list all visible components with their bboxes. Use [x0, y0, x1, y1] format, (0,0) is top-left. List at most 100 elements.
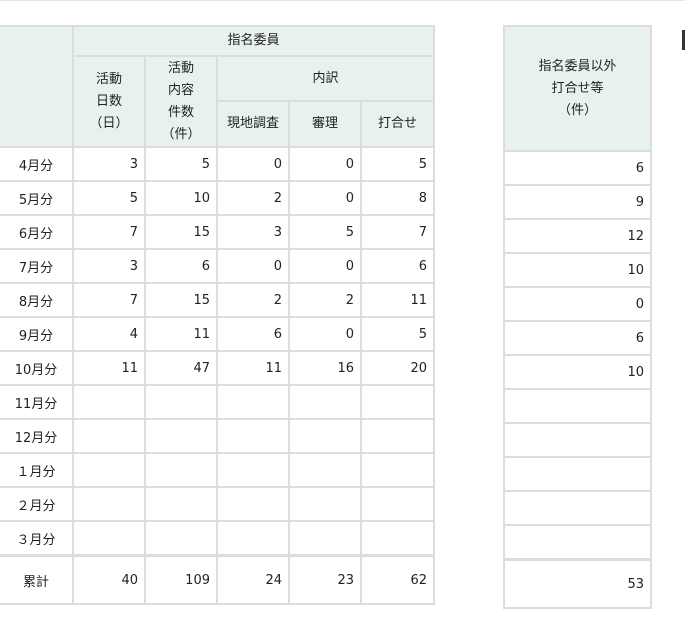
- month-cell: 12月分: [0, 418, 74, 454]
- month-cell: 8月分: [0, 282, 74, 318]
- total-other-cell: 53: [503, 558, 652, 609]
- table-row: 6: [503, 320, 652, 356]
- survey-cell: [216, 418, 290, 454]
- items-cell: 10: [144, 180, 218, 216]
- meeting-cell: 20: [359, 350, 436, 386]
- table-row: 10: [503, 354, 652, 390]
- table-row: 12月分: [0, 418, 436, 454]
- breakdown-header: 内訳: [215, 55, 436, 102]
- other-cell: 10: [503, 252, 652, 288]
- meeting-cell: [359, 418, 436, 454]
- survey-cell: [216, 452, 290, 488]
- review-cell: 16: [288, 350, 362, 386]
- days-cell: [72, 486, 146, 522]
- total-label: 累計: [0, 554, 74, 605]
- review-cell: [288, 486, 362, 522]
- days-cell: 3: [72, 146, 146, 182]
- total-row: 53: [503, 558, 652, 609]
- items-cell: 11: [144, 316, 218, 352]
- items-cell: [144, 418, 218, 454]
- table-row: 0: [503, 286, 652, 322]
- meeting-cell: 7: [359, 214, 436, 250]
- items-cell: [144, 452, 218, 488]
- items-cell: 47: [144, 350, 218, 386]
- month-cell: 6月分: [0, 214, 74, 250]
- table-row: 12: [503, 218, 652, 254]
- meeting-cell: 8: [359, 180, 436, 216]
- days-cell: 7: [72, 214, 146, 250]
- month-cell: ３月分: [0, 520, 74, 557]
- meeting-cell: [359, 452, 436, 488]
- survey-cell: [216, 486, 290, 522]
- meeting-cell: [359, 486, 436, 522]
- days-cell: [72, 384, 146, 420]
- table-row: 4月分 3 5 0 0 5: [0, 146, 436, 182]
- designated-header: 指名委員: [71, 25, 436, 57]
- days-cell: 4: [72, 316, 146, 352]
- total-meeting-cell: 62: [359, 554, 436, 605]
- table-row: [503, 456, 652, 492]
- items-cell: 6: [144, 248, 218, 284]
- month-cell: 11月分: [0, 384, 74, 420]
- items-cell: 15: [144, 282, 218, 318]
- survey-cell: 11: [216, 350, 290, 386]
- other-cell: 0: [503, 286, 652, 322]
- review-cell: 2: [288, 282, 362, 318]
- meeting-cell: 11: [359, 282, 436, 318]
- survey-cell: [216, 520, 290, 557]
- items-cell: [144, 520, 218, 557]
- table-row: [503, 388, 652, 424]
- other-cell: [503, 524, 652, 561]
- other-cell: [503, 388, 652, 424]
- table-row: [503, 524, 652, 561]
- table-row: 10月分 11 47 11 16 20: [0, 350, 436, 386]
- meeting-header: 打合せ: [359, 100, 436, 148]
- survey-cell: 2: [216, 282, 290, 318]
- review-cell: 0: [288, 248, 362, 284]
- other-cell: 6: [503, 150, 652, 186]
- site-survey-header: 現地調査: [216, 100, 290, 148]
- review-cell: [288, 452, 362, 488]
- other-cell: 12: [503, 218, 652, 254]
- table-row: 5月分 5 10 2 0 8: [0, 180, 436, 216]
- meeting-cell: [359, 520, 436, 557]
- survey-cell: 6: [216, 316, 290, 352]
- month-cell: 7月分: [0, 248, 74, 284]
- days-cell: 11: [72, 350, 146, 386]
- other-cell: 6: [503, 320, 652, 356]
- table-row: １月分: [0, 452, 436, 488]
- review-cell: [288, 384, 362, 420]
- meeting-cell: [359, 384, 436, 420]
- review-cell: [288, 418, 362, 454]
- table-row: 11月分: [0, 384, 436, 420]
- table-row: 6月分 7 15 3 5 7: [0, 214, 436, 250]
- month-cell: １月分: [0, 452, 74, 488]
- review-cell: 0: [288, 146, 362, 182]
- items-cell: [144, 486, 218, 522]
- other-header: 指名委員以外 打合せ等 （件）: [503, 25, 652, 152]
- table-row: 6: [503, 150, 652, 186]
- days-cell: 3: [72, 248, 146, 284]
- month-cell: 5月分: [0, 180, 74, 216]
- days-cell: [72, 520, 146, 557]
- items-cell: [144, 384, 218, 420]
- survey-cell: 0: [216, 146, 290, 182]
- table-row: ２月分: [0, 486, 436, 522]
- meeting-cell: 5: [359, 316, 436, 352]
- other-cell: [503, 456, 652, 492]
- review-cell: 5: [288, 214, 362, 250]
- days-cell: 7: [72, 282, 146, 318]
- other-cell: 10: [503, 354, 652, 390]
- activity-items-header: 活動 内容 件数 （件）: [144, 55, 218, 148]
- top-divider: [0, 0, 685, 1]
- table-row: 10: [503, 252, 652, 288]
- table-row: ３月分: [0, 520, 436, 557]
- month-cell: 10月分: [0, 350, 74, 386]
- items-cell: 15: [144, 214, 218, 250]
- meeting-cell: 6: [359, 248, 436, 284]
- table-row: 7月分 3 6 0 0 6: [0, 248, 436, 284]
- total-days-cell: 40: [72, 554, 146, 605]
- month-cell: ２月分: [0, 486, 74, 522]
- corner-header: [0, 25, 74, 148]
- items-cell: 5: [144, 146, 218, 182]
